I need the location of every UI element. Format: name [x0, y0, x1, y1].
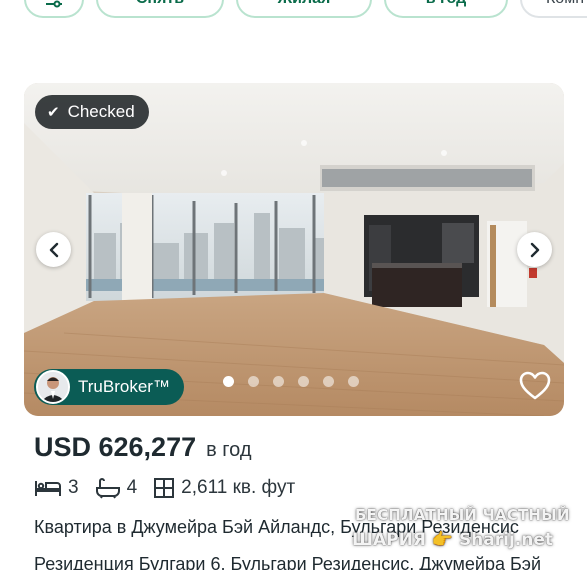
trubroker-badge[interactable]: TruBroker™ — [34, 369, 184, 405]
carousel-dot[interactable] — [273, 376, 284, 387]
listing-location: Резиденция Булгари 6, Бульгари Резиденси… — [34, 554, 542, 570]
filter-chip-rooms[interactable]: Комн — [520, 0, 587, 18]
filter-chip-purpose[interactable]: Снять — [96, 0, 224, 18]
listing-photo — [24, 83, 564, 416]
filter-chips: Снять Жилая в год Комн — [24, 0, 587, 18]
carousel-dot[interactable] — [223, 376, 234, 387]
price-period: в год — [206, 439, 252, 461]
carousel-prev-button[interactable] — [36, 232, 71, 267]
carousel-next-button[interactable] — [517, 232, 552, 267]
area-spec: 2,611 кв. фут — [153, 477, 295, 499]
carousel-dots — [223, 376, 359, 387]
bathrooms-spec: 4 — [95, 477, 138, 499]
listing-price: USD 626,277 — [34, 432, 197, 462]
bedrooms-count: 3 — [68, 477, 79, 498]
carousel-dot[interactable] — [348, 376, 359, 387]
listing-photo-carousel[interactable]: ✔ Checked TruBroker™ — [24, 83, 564, 416]
checked-badge: ✔ Checked — [35, 95, 149, 129]
carousel-dot[interactable] — [298, 376, 309, 387]
area-value: 2,611 кв. фут — [181, 477, 296, 498]
price-row: USD 626,277 в год — [34, 432, 252, 463]
agent-avatar — [36, 370, 70, 404]
trubroker-label: TruBroker™ — [78, 377, 170, 396]
bed-icon — [35, 481, 61, 496]
heart-icon — [519, 371, 551, 400]
filter-chip-type[interactable]: Жилая — [236, 0, 372, 18]
sliders-icon — [46, 0, 62, 8]
checked-label: Checked — [67, 102, 135, 121]
filter-chip-period[interactable]: в год — [384, 0, 508, 18]
favorite-button[interactable] — [518, 370, 552, 402]
floorplan-icon — [154, 478, 175, 498]
filters-button[interactable] — [24, 0, 84, 18]
bathtub-icon — [95, 478, 120, 499]
watermark: БЕСПЛАТНЫЙ ЧАСТНЫЙ ШАРИЯ 👉 Sharij.net — [352, 506, 578, 556]
carousel-dot[interactable] — [323, 376, 334, 387]
watermark-line2: ШАРИЯ 👉 Sharij.net — [352, 530, 554, 550]
listing-specs: 3 4 2,611 кв. фут — [34, 477, 311, 499]
bathrooms-count: 4 — [126, 477, 138, 498]
chevron-left-icon — [49, 242, 58, 257]
checkmark-icon: ✔ — [47, 104, 60, 121]
watermark-line1: БЕСПЛАТНЫЙ ЧАСТНЫЙ — [355, 506, 570, 524]
bedrooms-spec: 3 — [34, 477, 79, 499]
carousel-dot[interactable] — [248, 376, 259, 387]
chevron-right-icon — [530, 242, 539, 257]
